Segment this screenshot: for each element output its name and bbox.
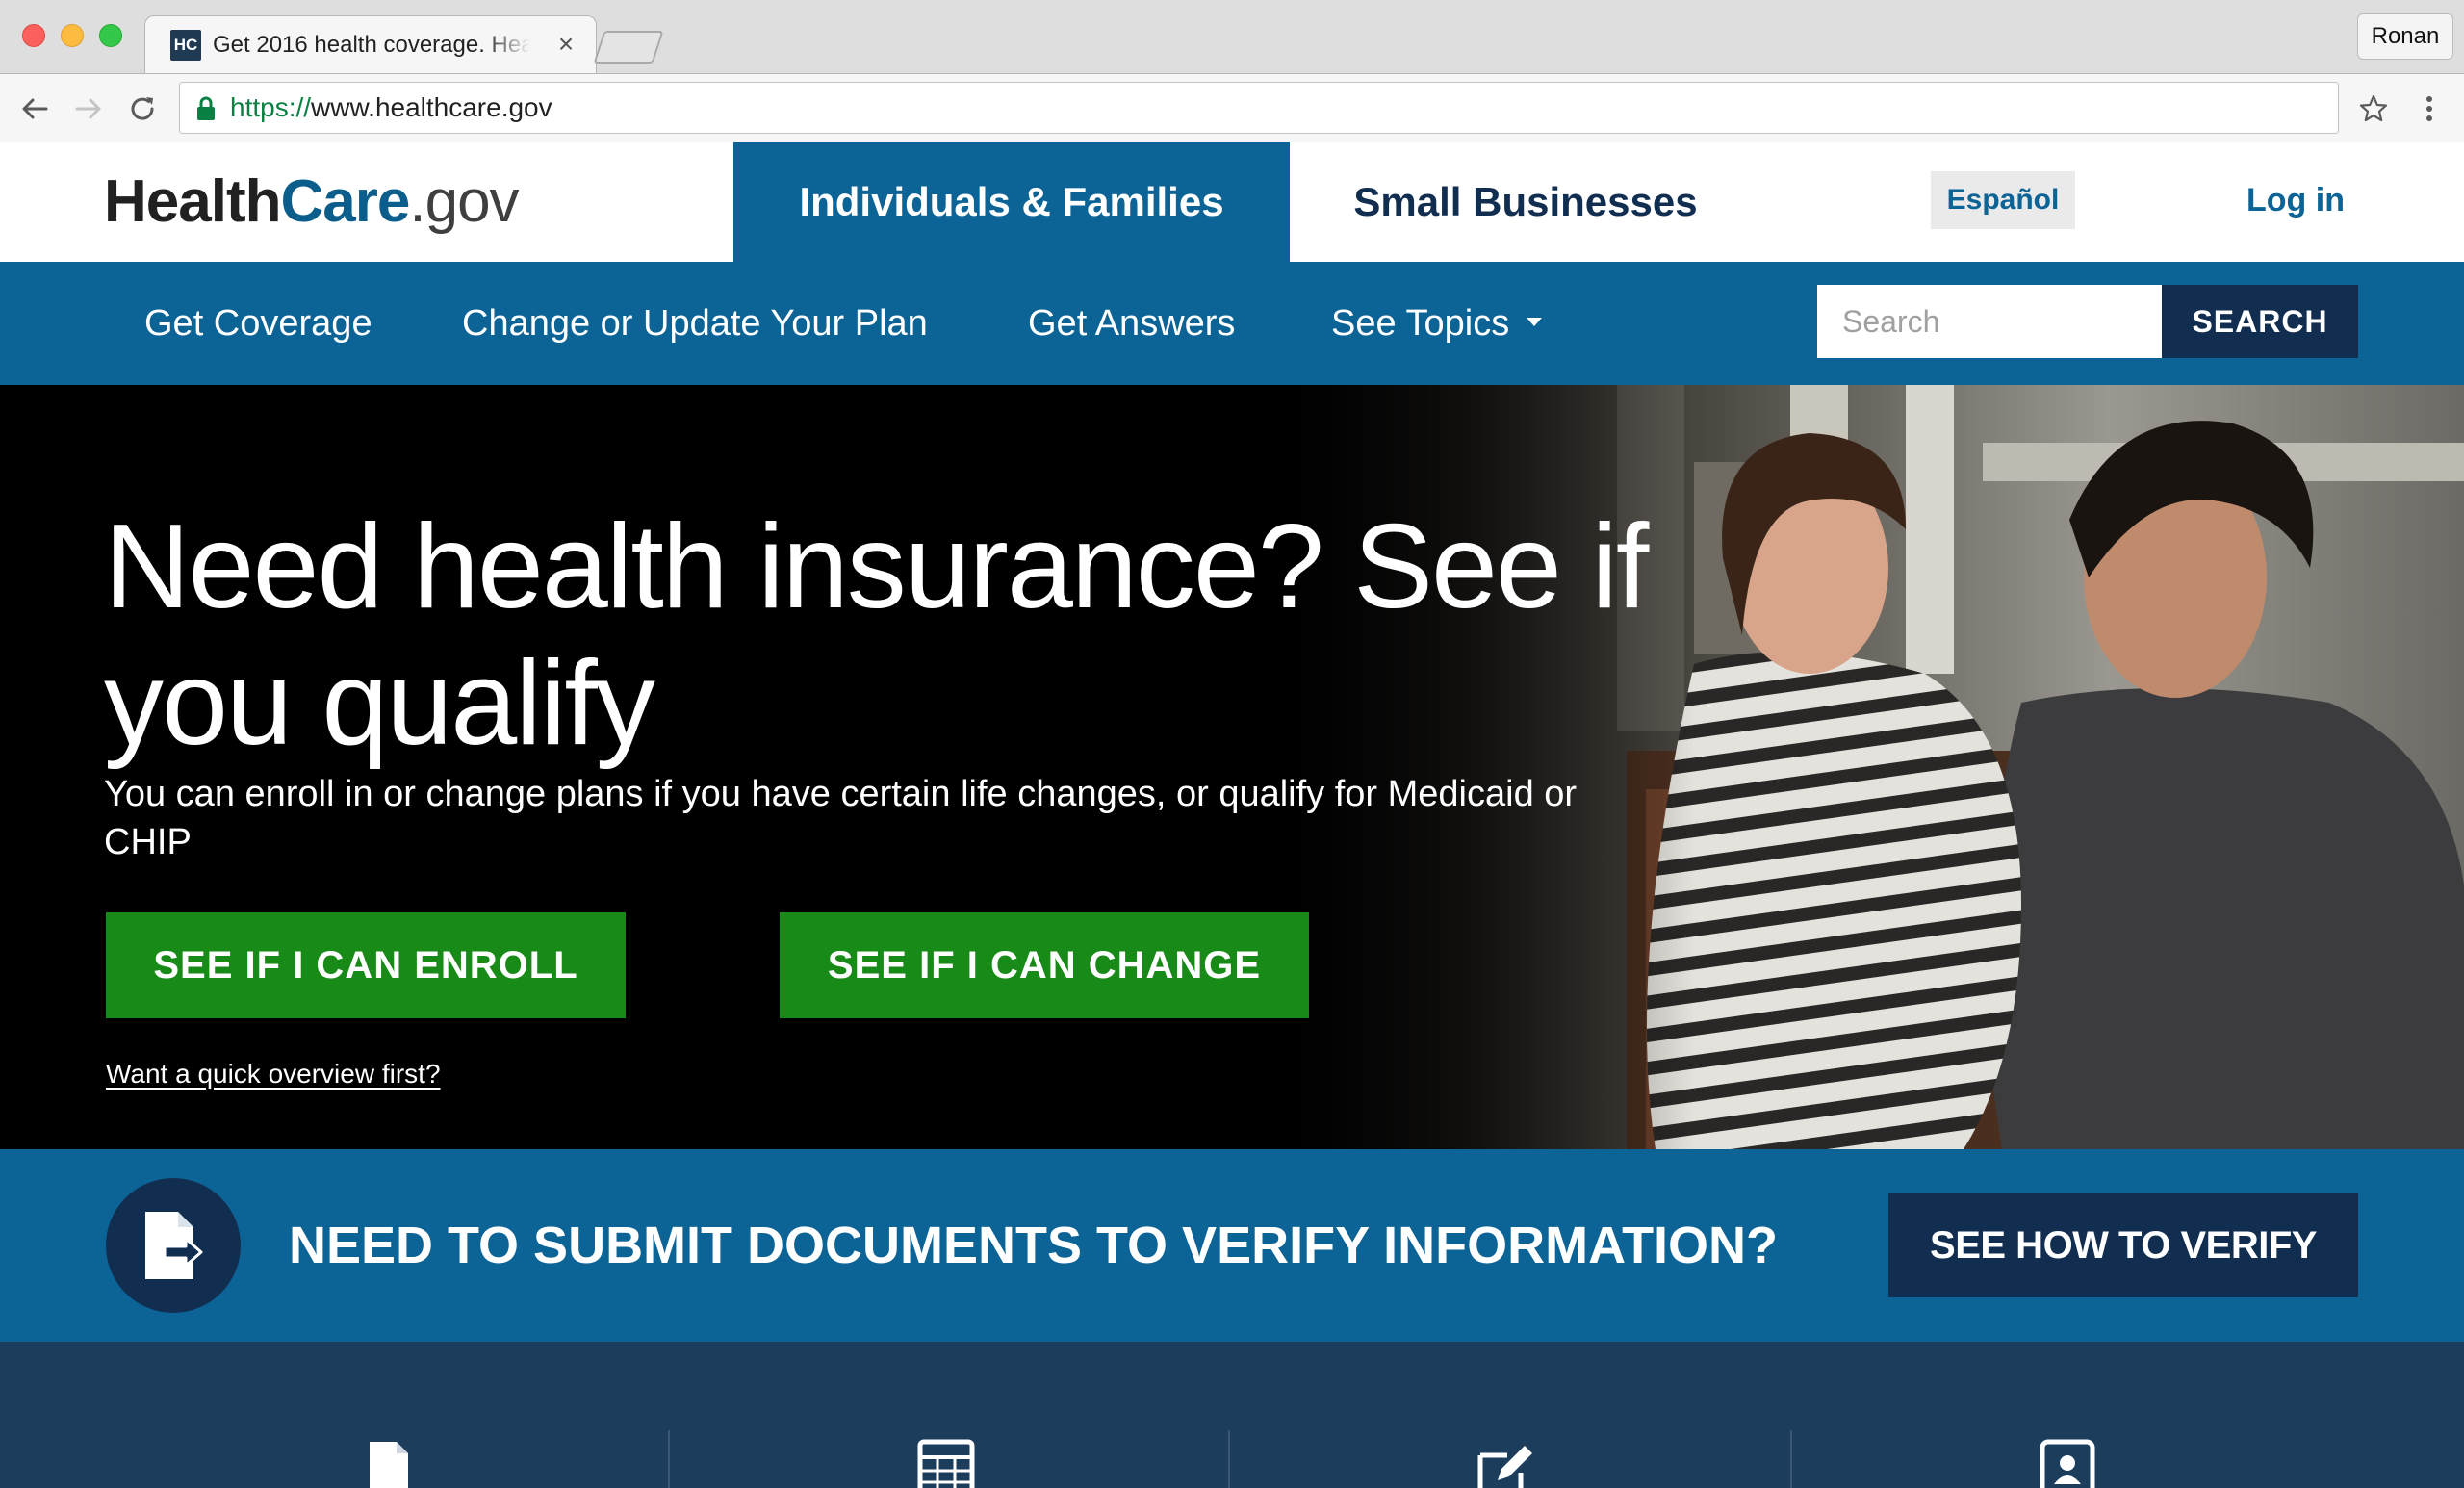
browser-toolbar: https://www.healthcare.gov [0,73,2464,142]
see-how-to-verify-button[interactable]: SEE HOW TO VERIFY [1888,1193,2358,1297]
address-bar[interactable]: https://www.healthcare.gov [179,82,2339,134]
document-icon[interactable] [354,1438,422,1488]
healthcare-favicon-icon: HC [170,30,201,61]
window-maximize-button[interactable] [99,24,122,47]
window-minimize-button[interactable] [61,24,84,47]
logo-care: Care [280,168,410,235]
espanol-button[interactable]: Español [1931,171,2075,229]
hero-section: Need health insurance? See if you qualif… [0,385,2464,1149]
url-scheme: https:// [230,92,312,122]
nav-see-topics[interactable]: See Topics [1331,262,1543,385]
site-header: HealthCare.gov Individuals & Families Sm… [0,142,2464,262]
tab-close-icon[interactable]: × [550,28,582,61]
document-upload-icon [106,1178,241,1313]
hero-title: Need health insurance? See if you qualif… [104,500,1649,770]
reload-icon[interactable] [121,88,164,130]
back-arrow-icon[interactable] [13,88,56,130]
see-if-can-change-button[interactable]: SEE IF I CAN CHANGE [780,912,1309,1018]
browser-tab-active[interactable]: HC Get 2016 health coverage. Health × [144,15,597,73]
see-if-can-enroll-button[interactable]: SEE IF I CAN ENROLL [106,912,626,1018]
tool-divider [668,1430,670,1488]
tool-divider [1228,1430,1230,1488]
new-tab-button[interactable] [593,31,664,64]
lock-icon [197,96,215,120]
nav-get-coverage[interactable]: Get Coverage [144,262,372,385]
sub-navigation: Get Coverage Change or Update Your Plan … [0,262,2464,385]
url-host: www.healthcare.gov [311,92,552,122]
contact-card-icon[interactable] [2033,1438,2100,1488]
tools-strip [0,1342,2464,1488]
tab-small-businesses[interactable]: Small Businesses [1290,142,1761,262]
verify-heading: NEED TO SUBMIT DOCUMENTS TO VERIFY INFOR… [289,1217,1779,1274]
see-topics-label: See Topics [1331,303,1510,344]
window-close-button[interactable] [22,24,45,47]
tab-individuals-families[interactable]: Individuals & Families [733,142,1290,262]
search-button[interactable]: SEARCH [2162,285,2358,358]
browser-tab-title: Get 2016 health coverage. Health [213,32,530,58]
tool-divider [1790,1430,1792,1488]
browser-menu-icon[interactable] [2408,88,2451,130]
tab-strip: HC Get 2016 health coverage. Health × Ro… [0,0,2464,73]
logo-gov: .gov [409,168,519,235]
profile-button[interactable]: Ronan [2357,13,2453,60]
search-input[interactable] [1817,285,2162,358]
logo-health: Health [104,168,281,235]
quick-overview-link[interactable]: Want a quick overview first? [106,1057,441,1091]
url-text: https://www.healthcare.gov [230,83,552,133]
login-link[interactable]: Log in [2223,171,2368,229]
browser-chrome: HC Get 2016 health coverage. Health × Ro… [0,0,2464,142]
verify-documents-banner: NEED TO SUBMIT DOCUMENTS TO VERIFY INFOR… [0,1149,2464,1342]
calculator-icon[interactable] [912,1438,980,1488]
nav-change-update-plan[interactable]: Change or Update Your Plan [462,262,928,385]
healthcare-gov-logo[interactable]: HealthCare.gov [104,164,520,241]
caret-down-icon [1527,318,1543,327]
hero-subtitle: You can enroll in or change plans if you… [104,774,1578,862]
nav-get-answers[interactable]: Get Answers [1028,262,1235,385]
edit-icon[interactable] [1473,1438,1540,1488]
forward-arrow-icon[interactable] [67,88,110,130]
bookmark-star-icon[interactable] [2352,88,2395,130]
